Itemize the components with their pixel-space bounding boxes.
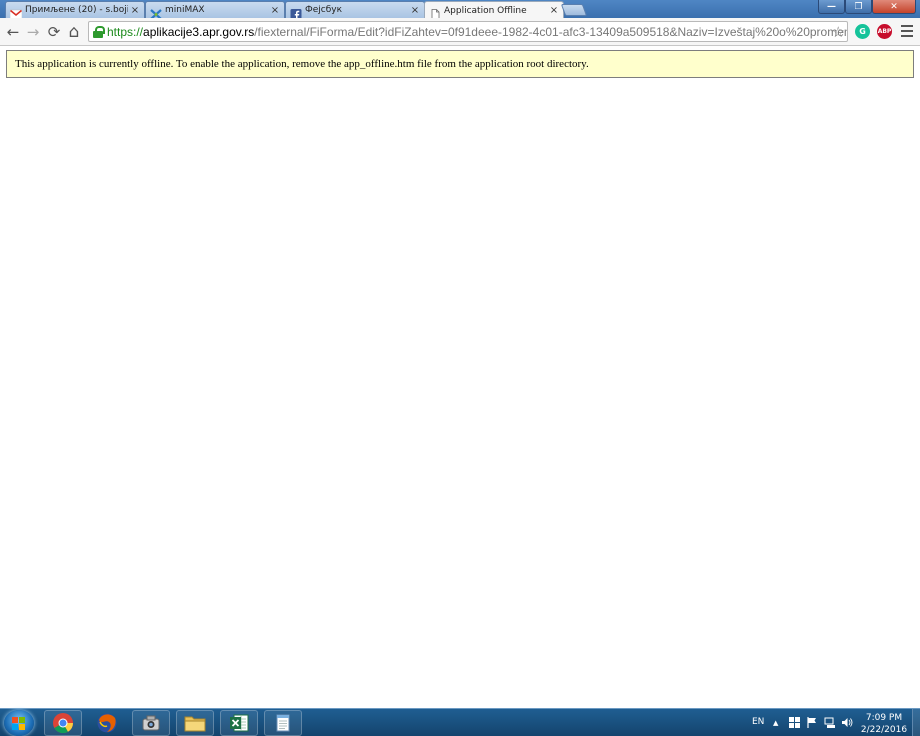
close-window-button[interactable]: ✕ [872, 0, 916, 14]
tab-application-offline[interactable]: Application Offline × [424, 1, 564, 20]
lock-icon [93, 25, 105, 38]
volume-icon[interactable] [841, 717, 853, 731]
tab-facebook[interactable]: Фејсбук × [285, 1, 425, 20]
reload-button[interactable]: ⟳ [45, 22, 63, 42]
minimax-icon [150, 5, 162, 20]
gmail-icon [9, 5, 23, 19]
clock-time: 7:09 PM [865, 713, 903, 723]
home-button[interactable]: ⌂ [65, 22, 83, 42]
url-text: https://aplikacije3.apr.gov.rs/fiexterna… [107, 24, 848, 39]
tab-gmail[interactable]: Примљене (20) - s.bojic.r × [5, 1, 145, 19]
maximize-button[interactable]: ❐ [845, 0, 872, 14]
tab-label: Фејсбук [305, 5, 343, 15]
windows-icon[interactable] [789, 717, 800, 731]
address-bar[interactable]: https://aplikacije3.apr.gov.rs/fiexterna… [88, 21, 848, 42]
offline-message: This application is currently offline. T… [15, 58, 589, 70]
browser-toolbar: ← → ⟳ ⌂ https://aplikacije3.apr.gov.rs/f… [0, 18, 920, 46]
show-desktop-button[interactable] [912, 709, 920, 736]
tab-minimax[interactable]: miniMAX × [145, 1, 285, 20]
close-icon[interactable]: × [270, 5, 280, 16]
chrome-menu-icon[interactable] [901, 25, 913, 37]
chrome-icon[interactable] [44, 710, 82, 736]
language-indicator[interactable]: EN [752, 717, 764, 727]
show-hidden-icons-icon[interactable]: ▲ [773, 719, 778, 727]
adblock-plus-icon[interactable]: ABP [877, 24, 892, 39]
system-clock[interactable]: 7:09 PM 2/22/2016 [860, 712, 908, 736]
file-explorer-icon[interactable] [176, 710, 214, 736]
start-button[interactable] [4, 710, 34, 736]
action-center-flag-icon[interactable] [807, 717, 818, 731]
tab-label: miniMAX [165, 5, 205, 15]
page-icon [429, 5, 441, 20]
camera-app-icon[interactable] [132, 710, 170, 736]
new-tab-button[interactable] [560, 4, 588, 16]
notepad-icon[interactable] [264, 710, 302, 736]
clock-date: 2/22/2016 [860, 725, 908, 735]
firefox-icon[interactable] [88, 710, 126, 736]
close-icon[interactable]: × [410, 5, 420, 16]
tab-label: Примљене (20) - s.bojic.r [25, 5, 128, 15]
back-button[interactable]: ← [4, 22, 22, 42]
tab-label: Application Offline [444, 5, 527, 16]
minimize-button[interactable]: — [818, 0, 845, 14]
excel-icon[interactable] [220, 710, 258, 736]
windows-taskbar: EN ▲ 7:09 PM 2/22/2016 [0, 708, 920, 736]
bookmark-star-icon[interactable]: ☆ [832, 23, 845, 41]
offline-notice: This application is currently offline. T… [6, 50, 914, 78]
grammarly-icon[interactable]: G [855, 24, 870, 39]
forward-button[interactable]: → [24, 22, 42, 42]
facebook-icon [290, 5, 302, 20]
browser-tab-strip: Примљене (20) - s.bojic.r × miniMAX × Фе… [0, 0, 920, 20]
close-icon[interactable]: × [549, 5, 559, 16]
network-icon[interactable] [824, 717, 836, 731]
close-icon[interactable]: × [130, 5, 140, 16]
